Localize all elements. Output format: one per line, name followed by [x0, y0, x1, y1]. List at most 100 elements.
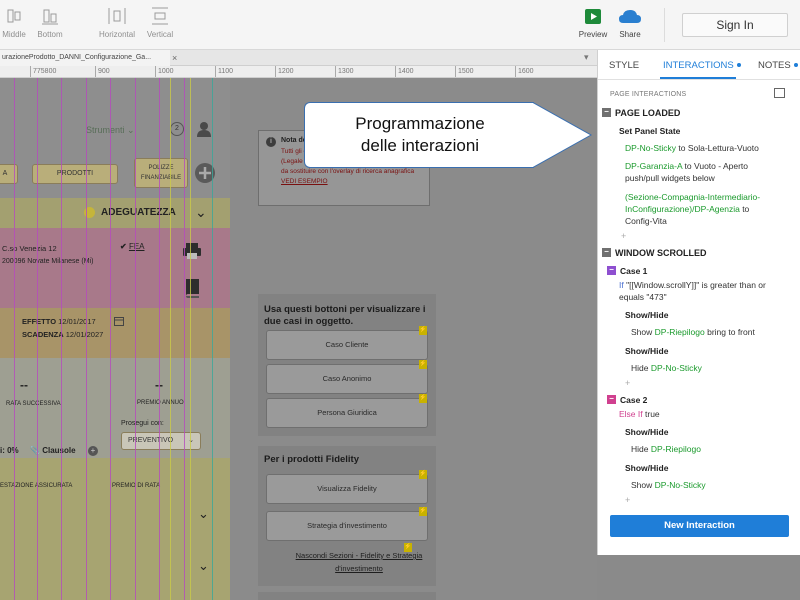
- info-icon: i: [266, 137, 276, 147]
- inspector-tabs: STYLE INTERACTIONS NOTES: [598, 50, 800, 80]
- fea-label: FEA: [128, 242, 145, 251]
- case-1-condition[interactable]: If "[[Window.scrollY]]" is greater than …: [619, 279, 766, 291]
- ruler-tick: 1200: [275, 66, 294, 77]
- show-hide-action[interactable]: Show/Hide: [625, 309, 668, 321]
- collapse-event-icon[interactable]: −: [602, 108, 611, 117]
- fidelity-card-title: Per i prodotti Fidelity: [264, 454, 360, 465]
- panel-footer-area: [597, 555, 800, 600]
- chevron-down-icon[interactable]: ⌄: [198, 506, 209, 522]
- strategia-investimento-button[interactable]: Strategia d'investimento: [266, 511, 428, 541]
- action-row-2[interactable]: DP-Garanzia-A to Vuoto - Aperto: [625, 160, 748, 172]
- effetto-value: 12/01/2017: [58, 317, 96, 326]
- preview-label: Preview: [578, 30, 608, 39]
- ruler-tick: 775800: [30, 66, 56, 77]
- visualizza-fidelity-button[interactable]: Visualizza Fidelity: [266, 474, 428, 504]
- add-action-button[interactable]: +: [625, 378, 630, 388]
- horizontal-ruler: 775800 900 1000 1100 1200 1300 1400 1500…: [0, 66, 597, 78]
- book-icon[interactable]: [183, 278, 201, 298]
- user-icon[interactable]: [196, 121, 212, 137]
- target-dp-no-sticky: DP-No-Sticky: [654, 480, 706, 490]
- button-a[interactable]: A: [0, 164, 18, 184]
- prodotti-button[interactable]: PRODOTTI: [32, 164, 118, 184]
- tab-notes[interactable]: NOTES: [758, 60, 798, 71]
- case-2[interactable]: Case 2: [620, 394, 647, 406]
- preventivo-select[interactable]: PREVENTIVO ⌄: [121, 432, 201, 450]
- page-mockup[interactable]: Strumenti ⌄ 2 A PRODOTTI POLIZZE FINANZI…: [0, 78, 230, 600]
- close-tab-icon[interactable]: ×: [172, 50, 177, 66]
- add-action-button[interactable]: +: [625, 495, 630, 505]
- ruler-tick: 1400: [395, 66, 414, 77]
- collapse-case-icon[interactable]: −: [607, 395, 616, 404]
- set-panel-state-action[interactable]: Set Panel State: [619, 125, 680, 137]
- case-1[interactable]: Case 1: [620, 265, 647, 277]
- add-clausola-icon[interactable]: +: [88, 446, 98, 456]
- action-row-show[interactable]: Show DP-Riepilogo bring to front: [631, 326, 755, 338]
- collapse-event-icon[interactable]: −: [602, 248, 611, 257]
- persona-giuridica-button[interactable]: Persona Giuridica: [266, 398, 428, 428]
- distribute-vertical-button[interactable]: Vertical: [138, 6, 182, 39]
- hide-verb: Hide: [631, 444, 649, 454]
- align-bottom-button[interactable]: Bottom: [28, 6, 72, 39]
- clausole-label: Clausole: [42, 446, 76, 455]
- caso-anonimo-button[interactable]: Caso Anonimo: [266, 364, 428, 394]
- tab-style[interactable]: STYLE: [609, 60, 639, 71]
- ruler-tick: 1600: [515, 66, 534, 77]
- show-hide-action[interactable]: Show/Hide: [625, 462, 668, 474]
- rata-value: --: [20, 378, 28, 392]
- page-loaded-event[interactable]: PAGE LOADED: [615, 107, 680, 119]
- premio-rata-header: PREMIO DI RATA: [112, 483, 161, 489]
- window-scrolled-event[interactable]: WINDOW SCROLLED: [615, 247, 707, 259]
- action-row-1[interactable]: DP-No-Sticky to Sola-Lettura-Vuoto: [625, 142, 759, 154]
- fea-link[interactable]: ✔ FEA: [120, 242, 145, 251]
- case-2-condition[interactable]: Else If true: [619, 408, 660, 420]
- tab-interactions[interactable]: INTERACTIONS: [663, 60, 741, 71]
- guide-line: [170, 78, 171, 600]
- nascondi-sezioni-link[interactable]: Nascondi Sezioni - Fidelity e Strategia …: [294, 549, 424, 575]
- tab-list-dropdown-icon[interactable]: ▾: [584, 52, 589, 63]
- lightning-icon: ⚡: [419, 360, 427, 369]
- collapse-all-icon[interactable]: [774, 88, 785, 98]
- caso-cliente-button[interactable]: Caso Cliente: [266, 330, 428, 360]
- callout-text: Programmazione delle interazioni: [305, 113, 535, 157]
- new-interaction-button[interactable]: New Interaction: [610, 515, 789, 537]
- printer-icon[interactable]: [182, 242, 202, 260]
- condition-text: true: [645, 409, 660, 419]
- guide-line: [86, 78, 87, 600]
- show-verb: Show: [631, 327, 653, 337]
- share-button[interactable]: Share: [608, 6, 652, 39]
- indicator-dot: [736, 63, 741, 68]
- action-row-show[interactable]: Show DP-No-Sticky: [631, 479, 706, 491]
- condition-text-cont: equals "473": [619, 292, 667, 302]
- action-row-hide[interactable]: Hide DP-No-Sticky: [631, 362, 702, 374]
- show-hide-action[interactable]: Show/Hide: [625, 345, 668, 357]
- adeguatezza-title: ADEGUATEZZA: [101, 207, 176, 218]
- chevron-down-icon[interactable]: ⌄: [198, 558, 209, 574]
- show-hide-action[interactable]: Show/Hide: [625, 426, 668, 438]
- document-tab[interactable]: urazioneProdotto_DANNI_Configurazione_Ga…: [0, 50, 170, 66]
- action-detail: to Vuoto - Aperto: [684, 161, 749, 171]
- vedi-esempio-link[interactable]: VEDI ESEMPIO: [281, 178, 328, 185]
- page-interactions-heading: PAGE INTERACTIONS: [610, 91, 687, 98]
- target-dp-no-sticky: DP-No-Sticky: [625, 143, 677, 153]
- action-row-3[interactable]: InConfigurazione)/DP-Agenzia to: [625, 203, 749, 215]
- calendar-icon[interactable]: [114, 316, 124, 326]
- share-label: Share: [619, 30, 641, 39]
- scadenza-label: SCADENZA: [22, 330, 64, 339]
- sign-in-button[interactable]: Sign In: [682, 13, 788, 37]
- chevron-down-icon[interactable]: ⌄: [195, 204, 207, 221]
- next-card: [258, 592, 436, 600]
- target-sezione-line-1[interactable]: (Sezione-Compagnia-Intermediario-: [625, 191, 760, 203]
- guide-line: [14, 78, 15, 600]
- add-action-button[interactable]: +: [621, 231, 626, 241]
- collapse-case-icon[interactable]: −: [607, 266, 616, 275]
- polizze-button[interactable]: POLIZZE FINANZIABILE: [134, 158, 188, 188]
- distribute-horizontal-button[interactable]: Horizontal: [95, 6, 139, 39]
- address-line-2: 200096 Novate Milanese (Mi): [2, 258, 94, 265]
- action-row-hide[interactable]: Hide DP-Riepilogo: [631, 443, 701, 455]
- effetto-row: EFFETTO 12/01/2017: [22, 317, 96, 326]
- distribute-vertical-icon: [152, 7, 168, 25]
- tab-notes-label: NOTES: [758, 60, 791, 71]
- action-detail-cont: push/pull widgets below: [625, 173, 715, 183]
- premio-annuo-label: PREMIO ANNUO: [137, 400, 184, 406]
- align-middle-label: Middle: [2, 30, 26, 39]
